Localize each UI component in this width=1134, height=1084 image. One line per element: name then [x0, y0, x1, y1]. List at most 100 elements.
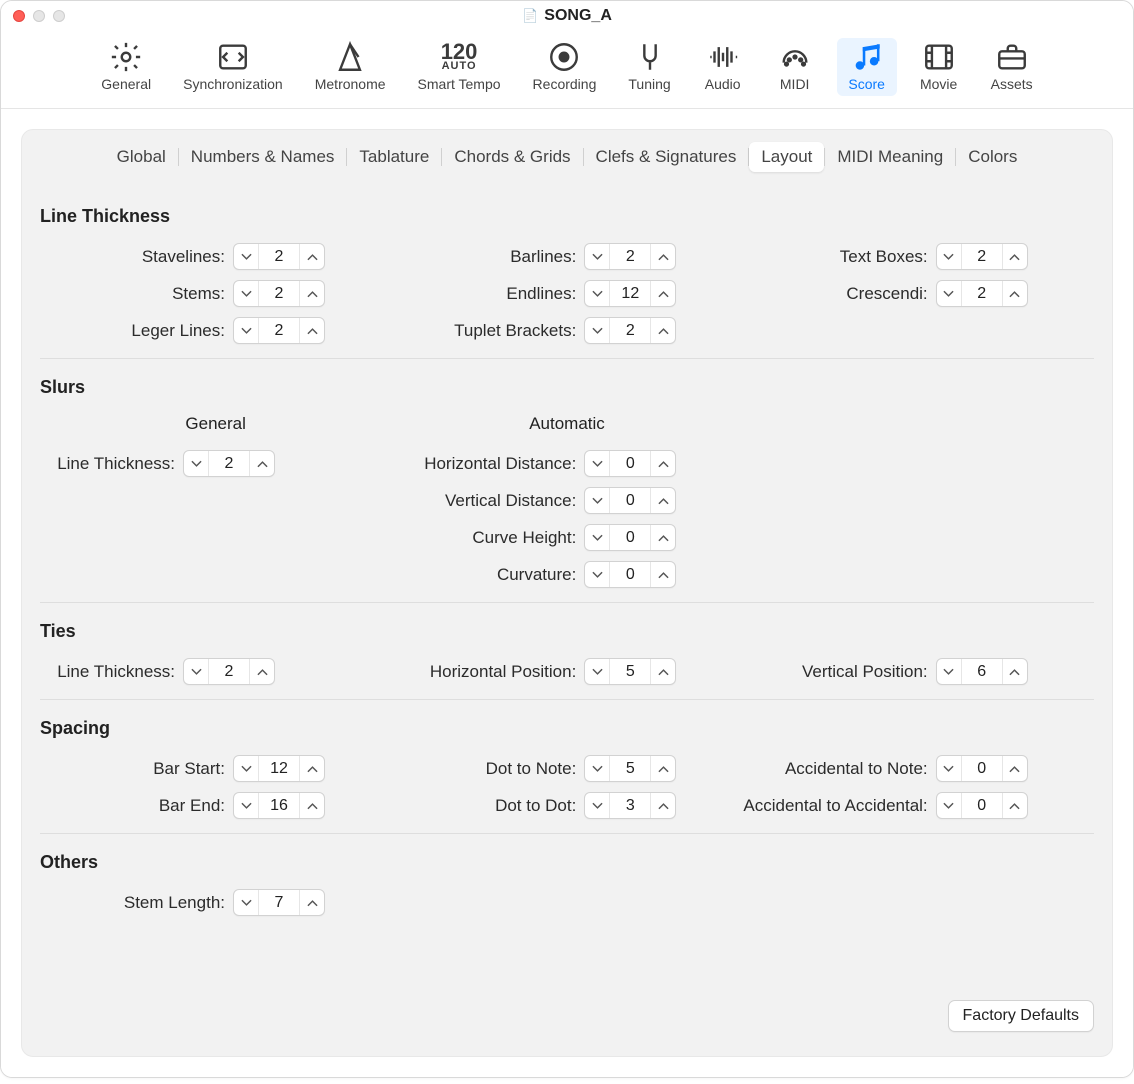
stepper-value[interactable]: 12: [609, 281, 651, 306]
stepper-accidental-to-accidental[interactable]: 0: [936, 792, 1028, 819]
stepper-decrement[interactable]: [585, 281, 609, 306]
stepper-increment[interactable]: [300, 793, 324, 818]
toolbar-item-smarttempo[interactable]: 120AUTOSmart Tempo: [408, 38, 511, 96]
stepper-decrement[interactable]: [585, 318, 609, 343]
stepper-value[interactable]: 16: [258, 793, 300, 818]
stepper-decrement[interactable]: [234, 756, 258, 781]
stepper-value[interactable]: 0: [609, 488, 651, 513]
stepper-barlines[interactable]: 2: [584, 243, 676, 270]
toolbar-item-movie[interactable]: Movie: [909, 38, 969, 96]
stepper-vertical-position[interactable]: 6: [936, 658, 1028, 685]
stepper-tuplet-brackets[interactable]: 2: [584, 317, 676, 344]
stepper-increment[interactable]: [1003, 244, 1027, 269]
stepper-decrement[interactable]: [585, 525, 609, 550]
stepper-increment[interactable]: [651, 793, 675, 818]
subtab-colors[interactable]: Colors: [956, 142, 1029, 172]
stepper-decrement[interactable]: [585, 488, 609, 513]
stepper-line-thickness[interactable]: 2: [183, 450, 275, 477]
stepper-stavelines[interactable]: 2: [233, 243, 325, 270]
stepper-value[interactable]: 2: [961, 244, 1003, 269]
stepper-increment[interactable]: [651, 281, 675, 306]
stepper-increment[interactable]: [1003, 793, 1027, 818]
stepper-increment[interactable]: [1003, 659, 1027, 684]
stepper-horizontal-distance[interactable]: 0: [584, 450, 676, 477]
stepper-increment[interactable]: [300, 890, 324, 915]
stepper-value[interactable]: 2: [208, 659, 250, 684]
stepper-increment[interactable]: [651, 488, 675, 513]
subtab-chords-grids[interactable]: Chords & Grids: [442, 142, 582, 172]
stepper-decrement[interactable]: [585, 659, 609, 684]
stepper-crescendi[interactable]: 2: [936, 280, 1028, 307]
factory-defaults-button[interactable]: Factory Defaults: [948, 1000, 1094, 1032]
stepper-curve-height[interactable]: 0: [584, 524, 676, 551]
subtab-tablature[interactable]: Tablature: [347, 142, 441, 172]
subtab-layout[interactable]: Layout: [749, 142, 824, 172]
stepper-increment[interactable]: [250, 659, 274, 684]
toolbar-item-metronome[interactable]: Metronome: [305, 38, 396, 96]
stepper-increment[interactable]: [651, 525, 675, 550]
stepper-decrement[interactable]: [234, 281, 258, 306]
stepper-increment[interactable]: [250, 451, 274, 476]
stepper-value[interactable]: 0: [609, 525, 651, 550]
stepper-endlines[interactable]: 12: [584, 280, 676, 307]
stepper-value[interactable]: 0: [961, 756, 1003, 781]
stepper-increment[interactable]: [651, 659, 675, 684]
stepper-increment[interactable]: [651, 244, 675, 269]
stepper-decrement[interactable]: [585, 793, 609, 818]
stepper-value[interactable]: 0: [609, 451, 651, 476]
stepper-increment[interactable]: [651, 451, 675, 476]
stepper-decrement[interactable]: [937, 281, 961, 306]
stepper-value[interactable]: 5: [609, 659, 651, 684]
subtab-global[interactable]: Global: [105, 142, 178, 172]
stepper-value[interactable]: 6: [961, 659, 1003, 684]
subtab-clefs-signatures[interactable]: Clefs & Signatures: [584, 142, 749, 172]
stepper-value[interactable]: 7: [258, 890, 300, 915]
stepper-value[interactable]: 2: [609, 244, 651, 269]
stepper-increment[interactable]: [300, 281, 324, 306]
toolbar-item-general[interactable]: General: [91, 38, 161, 96]
stepper-increment[interactable]: [1003, 756, 1027, 781]
stepper-accidental-to-note[interactable]: 0: [936, 755, 1028, 782]
stepper-increment[interactable]: [300, 244, 324, 269]
toolbar-item-sync[interactable]: Synchronization: [173, 38, 293, 96]
stepper-line-thickness[interactable]: 2: [183, 658, 275, 685]
toolbar-item-recording[interactable]: Recording: [523, 38, 607, 96]
stepper-decrement[interactable]: [234, 793, 258, 818]
stepper-value[interactable]: 3: [609, 793, 651, 818]
stepper-increment[interactable]: [651, 562, 675, 587]
stepper-decrement[interactable]: [234, 244, 258, 269]
stepper-decrement[interactable]: [937, 756, 961, 781]
stepper-increment[interactable]: [300, 756, 324, 781]
stepper-stems[interactable]: 2: [233, 280, 325, 307]
stepper-value[interactable]: 2: [208, 451, 250, 476]
stepper-dot-to-dot[interactable]: 3: [584, 792, 676, 819]
stepper-increment[interactable]: [1003, 281, 1027, 306]
stepper-value[interactable]: 0: [609, 562, 651, 587]
stepper-value[interactable]: 0: [961, 793, 1003, 818]
stepper-stem-length[interactable]: 7: [233, 889, 325, 916]
stepper-decrement[interactable]: [937, 659, 961, 684]
stepper-decrement[interactable]: [184, 659, 208, 684]
toolbar-item-audio[interactable]: Audio: [693, 38, 753, 96]
stepper-decrement[interactable]: [585, 451, 609, 476]
stepper-value[interactable]: 2: [258, 244, 300, 269]
stepper-bar-start[interactable]: 12: [233, 755, 325, 782]
stepper-bar-end[interactable]: 16: [233, 792, 325, 819]
stepper-decrement[interactable]: [585, 756, 609, 781]
toolbar-item-assets[interactable]: Assets: [981, 38, 1043, 96]
stepper-curvature[interactable]: 0: [584, 561, 676, 588]
subtab-midi-meaning[interactable]: MIDI Meaning: [825, 142, 955, 172]
stepper-value[interactable]: 12: [258, 756, 300, 781]
toolbar-item-midi[interactable]: MIDI: [765, 38, 825, 96]
stepper-increment[interactable]: [651, 318, 675, 343]
stepper-decrement[interactable]: [234, 318, 258, 343]
stepper-decrement[interactable]: [585, 244, 609, 269]
subtab-numbers-names[interactable]: Numbers & Names: [179, 142, 347, 172]
stepper-value[interactable]: 2: [258, 318, 300, 343]
stepper-value[interactable]: 2: [258, 281, 300, 306]
toolbar-item-tuning[interactable]: Tuning: [618, 38, 680, 96]
stepper-decrement[interactable]: [937, 793, 961, 818]
stepper-increment[interactable]: [651, 756, 675, 781]
stepper-value[interactable]: 2: [961, 281, 1003, 306]
stepper-vertical-distance[interactable]: 0: [584, 487, 676, 514]
